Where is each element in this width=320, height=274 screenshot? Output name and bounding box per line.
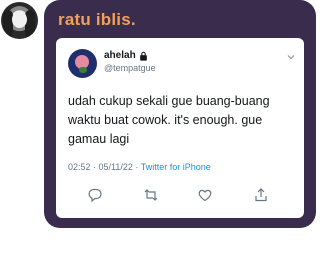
tweet-source[interactable]: Twitter for iPhone [141,162,211,172]
tweet-author-avatar[interactable] [68,49,97,78]
tweet-meta: 02:52 · 05/11/22 · Twitter for iPhone [68,162,211,172]
retweet-icon[interactable] [143,187,159,203]
like-icon[interactable] [197,187,213,203]
avatar-face [12,11,27,28]
share-icon[interactable] [253,187,269,203]
tweet-author-row: ahelah [104,50,148,61]
reply-icon[interactable] [87,187,103,203]
avatar-hair-left [3,10,13,38]
tweet-handle[interactable]: @tempatgue [104,63,156,73]
tweet-timestamp[interactable]: 02:52 · 05/11/22 · [68,162,141,172]
tweet-card[interactable]: ahelah @tempatgue udah cukup sekali gue … [56,38,304,218]
message-bubble[interactable]: ratu iblis. ahelah @tempatgue udah cukup… [44,0,316,228]
tweet-display-name[interactable]: ahelah [104,50,136,61]
avatar-shorts [79,67,87,73]
sender-avatar[interactable] [1,2,38,39]
lock-icon [139,51,147,61]
avatar-hair-right [25,10,35,38]
tweet-text: udah cukup sekali gue buang-buang waktu … [68,94,270,146]
tweet-actions [56,187,304,207]
chevron-down-icon[interactable] [286,53,296,61]
sender-name[interactable]: ratu iblis. [58,10,136,30]
